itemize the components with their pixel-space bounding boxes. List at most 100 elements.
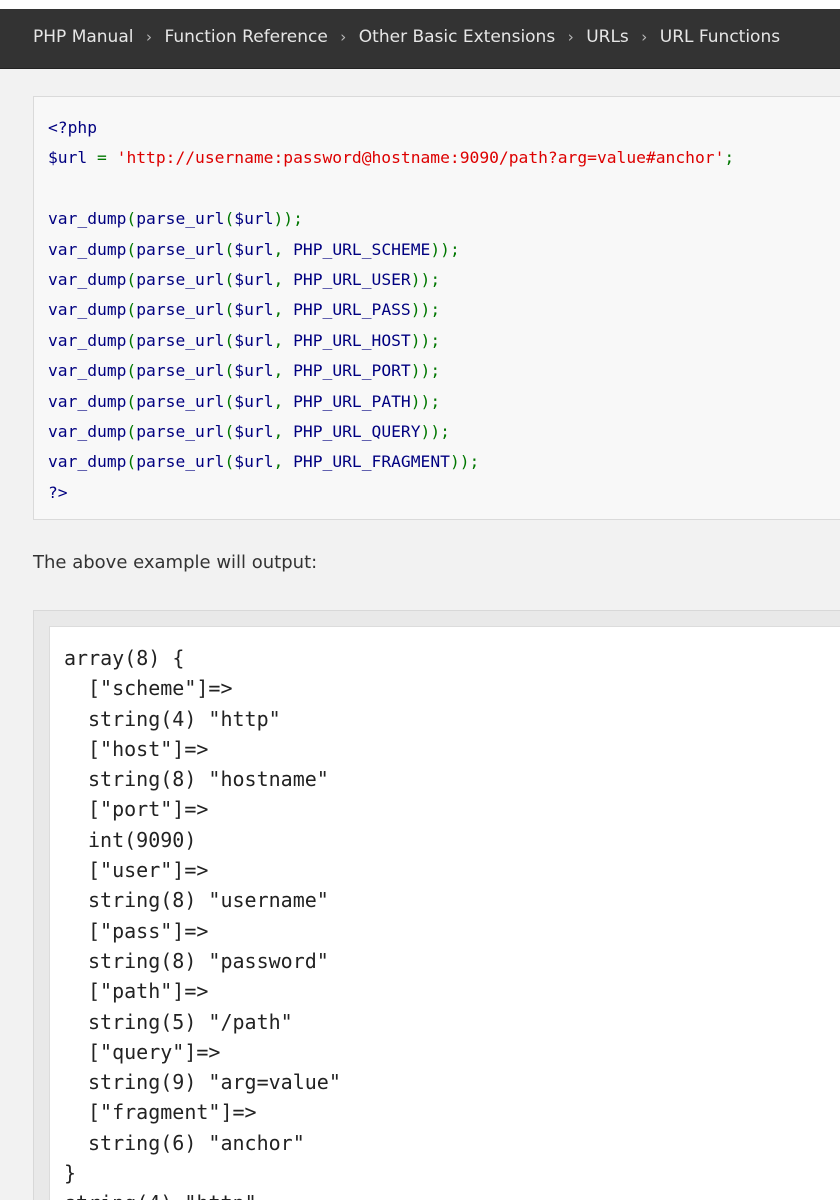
main-content: <?php $url = 'http://username:password@ho… — [0, 69, 840, 1200]
code-token: $url — [234, 361, 274, 381]
output-text: } — [64, 1161, 77, 1186]
output-line: string(6) "anchor" — [64, 1128, 341, 1158]
code-token: parse_url — [136, 209, 225, 229]
code-token: PHP_URL_USER — [293, 269, 411, 289]
code-token: parse_url — [136, 361, 225, 381]
output-text: int(9090) — [88, 827, 197, 852]
example-output-box: array(8) {["scheme"]=> string(4) "http" ["… — [49, 626, 840, 1200]
output-listing: array(8) {["scheme"]=> string(4) "http" ["… — [64, 643, 341, 1200]
code-token: $url — [48, 148, 88, 168]
output-line: ["fragment"]=> — [64, 1097, 341, 1127]
output-text: string(8) "password" — [88, 948, 329, 973]
code-token: parse_url — [136, 300, 225, 320]
output-text: ["port"]=> — [88, 797, 209, 822]
breadcrumb-separator: › — [567, 28, 574, 46]
code-token: ( — [126, 330, 137, 350]
code-token: PHP_URL_PORT — [293, 361, 411, 381]
output-line: array(8) { — [64, 643, 341, 673]
code-token: parse_url — [136, 330, 225, 350]
example-output-container: array(8) {["scheme"]=> string(4) "http" ["… — [33, 610, 840, 1200]
code-token: parse_url — [136, 421, 225, 441]
code-token: ( — [224, 452, 235, 472]
breadcrumb-separator: › — [340, 28, 347, 46]
output-label: The above example will output: — [33, 552, 318, 573]
output-text: array(8) { — [64, 646, 185, 670]
code-token: ( — [126, 300, 137, 320]
code-token: PHP_URL_PASS — [293, 300, 411, 320]
output-text: ["query"]=> — [88, 1039, 221, 1064]
output-line: int(9090) — [64, 825, 341, 855]
code-token: ( — [126, 391, 137, 411]
output-text: string(9) "arg=value" — [88, 1070, 341, 1095]
code-token: $url — [234, 330, 274, 350]
code-token: )); — [430, 239, 460, 259]
output-line: string(8) "username" — [64, 885, 341, 915]
code-token: 'http://username:password@hostname:9090/… — [116, 148, 725, 168]
breadcrumb-urls[interactable]: URLs — [586, 27, 629, 47]
output-text: ["path"]=> — [88, 979, 209, 1004]
code-token: ( — [224, 391, 235, 411]
code-token: PHP_URL_QUERY — [293, 421, 421, 441]
output-line: ["query"]=> — [64, 1037, 341, 1067]
output-line: string(4) "http" — [64, 704, 341, 734]
output-line: string(8) "hostname" — [64, 764, 341, 794]
code-token: $url — [234, 269, 274, 289]
code-token: )); — [420, 421, 450, 441]
code-line: var_dump(parse_url($url, PHP_URL_FRAGMEN… — [48, 447, 734, 477]
output-line: string(4) "http" — [64, 1188, 341, 1200]
output-text: string(4) "http" — [64, 1191, 257, 1200]
code-token: )); — [273, 209, 303, 229]
code-token: $url — [234, 300, 274, 320]
code-token: $url — [234, 421, 274, 441]
output-line: string(9) "arg=value" — [64, 1067, 341, 1097]
code-token: ( — [126, 361, 137, 381]
php-code-listing: <?php $url = 'http://username:password@ho… — [48, 113, 734, 508]
code-token: , — [273, 239, 294, 259]
output-text: ["pass"]=> — [88, 918, 209, 943]
code-line: var_dump(parse_url($url, PHP_URL_PASS)); — [48, 295, 734, 325]
code-token: )); — [410, 330, 441, 350]
output-text: string(8) "username" — [88, 888, 329, 913]
code-token: )); — [449, 452, 480, 472]
breadcrumb-bar: PHP Manual › Function Reference › Other … — [0, 9, 840, 69]
code-token: = — [87, 148, 117, 168]
code-token: , — [273, 361, 294, 381]
code-line: var_dump(parse_url($url, PHP_URL_QUERY))… — [48, 417, 734, 447]
output-text: string(5) "/path" — [88, 1009, 293, 1034]
output-line: string(5) "/path" — [64, 1007, 341, 1037]
code-token: var_dump — [48, 452, 127, 472]
breadcrumb-separator: › — [641, 28, 648, 46]
breadcrumb-separator: › — [145, 28, 152, 46]
code-token: var_dump — [48, 209, 127, 229]
code-line: $url = 'http://username:password@hostnam… — [48, 143, 734, 173]
code-token: )); — [410, 361, 441, 381]
code-token: , — [273, 300, 294, 320]
code-token: )); — [410, 269, 441, 289]
code-token: ( — [224, 300, 235, 320]
breadcrumb: PHP Manual › Function Reference › Other … — [33, 27, 780, 47]
breadcrumb-php-manual[interactable]: PHP Manual — [33, 27, 133, 47]
code-example-box: <?php $url = 'http://username:password@ho… — [33, 96, 840, 520]
code-token: var_dump — [48, 361, 127, 381]
code-token: PHP_URL_SCHEME — [293, 239, 431, 259]
code-line: var_dump(parse_url($url, PHP_URL_USER)); — [48, 265, 734, 295]
breadcrumb-function-reference[interactable]: Function Reference — [164, 27, 327, 47]
breadcrumb-other-basic-extensions[interactable]: Other Basic Extensions — [359, 27, 555, 47]
output-line: ["port"]=> — [64, 794, 341, 824]
code-token: , — [273, 330, 294, 350]
code-token: , — [273, 421, 294, 441]
output-text: ["host"]=> — [88, 736, 209, 761]
code-token: var_dump — [48, 269, 127, 289]
code-token: parse_url — [136, 391, 225, 411]
output-line: ["user"]=> — [64, 855, 341, 885]
breadcrumb-url-functions[interactable]: URL Functions — [660, 27, 780, 47]
code-token: ( — [224, 269, 235, 289]
code-token: ( — [224, 330, 235, 350]
code-token: PHP_URL_FRAGMENT — [293, 452, 450, 472]
output-line: } — [64, 1158, 341, 1188]
code-token: ( — [126, 239, 137, 259]
code-token: ( — [224, 361, 235, 381]
code-line: <?php — [48, 113, 734, 143]
code-token: )); — [410, 300, 441, 320]
